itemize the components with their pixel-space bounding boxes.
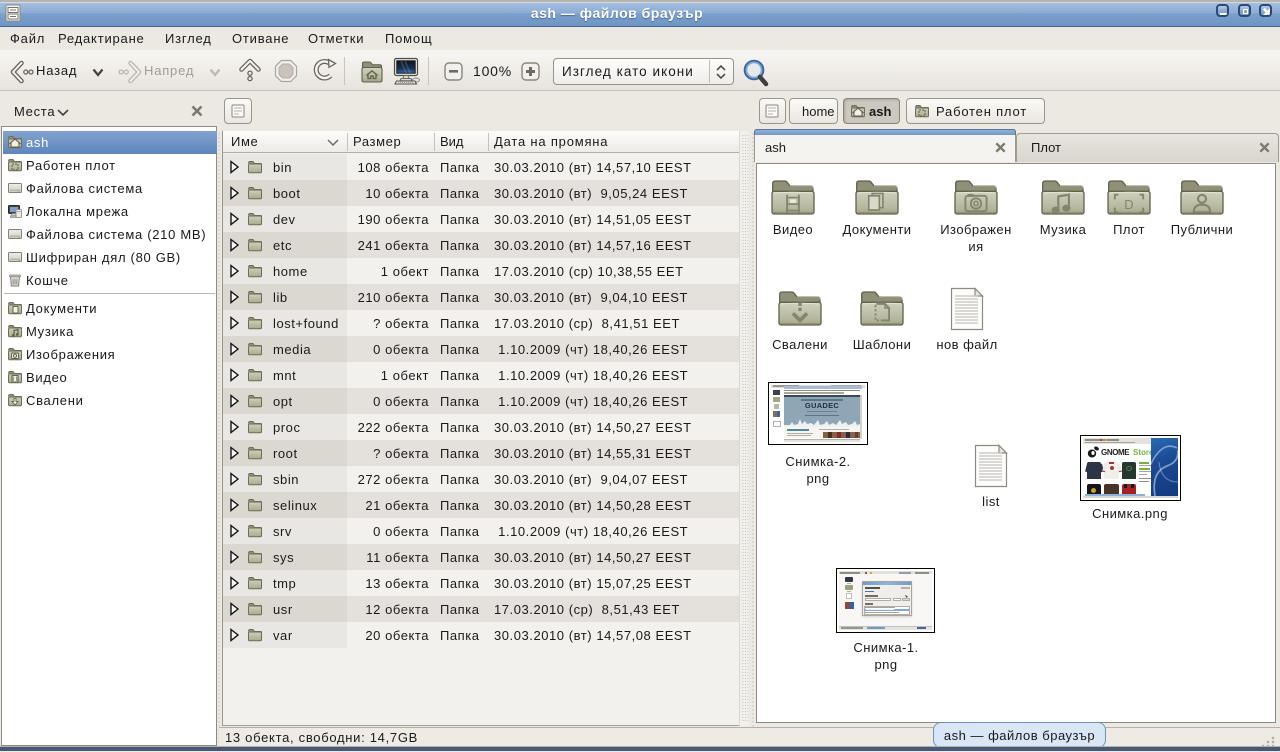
svg-text:D: D [1124,197,1133,212]
